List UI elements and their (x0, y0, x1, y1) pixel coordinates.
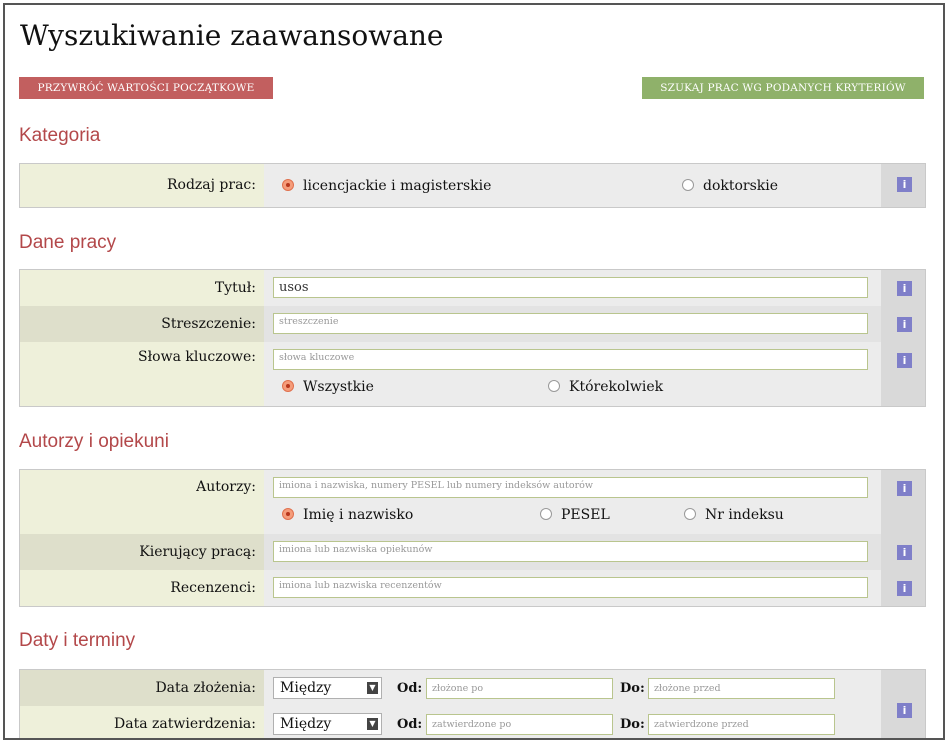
tytul-input[interactable]: usos (273, 277, 868, 298)
autorzy-label: Autorzy: (196, 479, 256, 495)
daty-box: Data złożenia: Między ▼ Od: złożone po D… (19, 669, 926, 738)
info-icon[interactable]: i (897, 317, 912, 332)
search-page: Wyszukiwanie zaawansowane PRZYWRÓĆ WARTO… (3, 3, 945, 740)
zatwierdzenia-do-input[interactable]: zatwierdzone przed (648, 714, 835, 735)
search-button[interactable]: SZUKAJ PRAC WG PODANYCH KRYTERIÓW (642, 77, 924, 99)
section-title-autorzy: Autorzy i opiekuni (19, 431, 169, 452)
zlozenia-do-input[interactable]: złożone przed (648, 678, 835, 699)
info-icon[interactable]: i (897, 581, 912, 596)
row-data-zatwierdzenia: Data zatwierdzenia: Między ▼ Od: zatwier… (20, 706, 925, 738)
row-recenzenci: Recenzenci: imiona lub nazwiska recenzen… (20, 570, 925, 606)
slowa-kluczowe-label: Słowa kluczowe: (138, 349, 256, 365)
row-tytul: Tytuł: usos i (20, 270, 925, 306)
do-label: Do: (620, 681, 645, 696)
section-title-kategoria: Kategoria (19, 125, 101, 146)
data-zatwierdzenia-label: Data zatwierdzenia: (114, 716, 256, 732)
data-zlozenia-label: Data złożenia: (155, 680, 256, 696)
radio-selected-icon (282, 179, 294, 191)
row-data-zlozenia: Data złożenia: Między ▼ Od: złożone po D… (20, 670, 925, 706)
info-icon[interactable]: i (897, 281, 912, 296)
dropdown-arrow-icon: ▼ (367, 718, 378, 730)
data-zatwierdzenia-select[interactable]: Między ▼ (273, 713, 382, 735)
section-title-dane-pracy: Dane pracy (19, 232, 117, 253)
recenzenci-label: Recenzenci: (170, 580, 256, 596)
rodzaj-prac-label: Rodzaj prac: (166, 177, 256, 193)
od-label: Od: (397, 681, 423, 696)
row-slowa-kluczowe: Słowa kluczowe: słowa kluczowe Wszystkie… (20, 342, 925, 406)
autorzy-input[interactable]: imiona i nazwiska, numery PESEL lub nume… (273, 477, 868, 498)
row-kierujacy: Kierujący pracą: imiona lub nazwiska opi… (20, 534, 925, 570)
section-title-daty: Daty i terminy (19, 630, 136, 651)
radio-unselected-icon (684, 508, 696, 520)
radio-doktorskie[interactable]: doktorskie (682, 178, 778, 194)
info-icon[interactable]: i (897, 481, 912, 496)
info-icon[interactable]: i (897, 353, 912, 368)
radio-imie-nazwisko[interactable]: Imię i nazwisko (282, 507, 413, 523)
radio-ktorekolwiek[interactable]: Którekolwiek (548, 379, 663, 395)
info-icon[interactable]: i (897, 545, 912, 560)
kierujacy-label: Kierujący pracą: (139, 544, 256, 560)
reset-button[interactable]: PRZYWRÓĆ WARTOŚCI POCZĄTKOWE (19, 77, 273, 99)
kategoria-box: Rodzaj prac: licencjackie i magisterskie… (19, 163, 926, 208)
kierujacy-input[interactable]: imiona lub nazwiska opiekunów (273, 541, 868, 562)
radio-licencjackie[interactable]: licencjackie i magisterskie (282, 178, 491, 194)
dane-pracy-box: Tytuł: usos i Streszczenie: streszczenie… (19, 269, 926, 407)
zlozenia-od-input[interactable]: złożone po (426, 678, 613, 699)
info-icon[interactable]: i (897, 703, 912, 718)
row-autorzy: Autorzy: imiona i nazwiska, numery PESEL… (20, 470, 925, 534)
data-zlozenia-select[interactable]: Między ▼ (273, 677, 382, 699)
od-label: Od: (397, 717, 423, 732)
streszczenie-label: Streszczenie: (161, 316, 256, 332)
radio-selected-icon (282, 508, 294, 520)
row-streszczenie: Streszczenie: streszczenie i (20, 306, 925, 342)
do-label: Do: (620, 717, 645, 732)
streszczenie-input[interactable]: streszczenie (273, 313, 868, 334)
slowa-kluczowe-input[interactable]: słowa kluczowe (273, 349, 868, 370)
page-title: Wyszukiwanie zaawansowane (20, 19, 444, 52)
radio-selected-icon (282, 380, 294, 392)
radio-unselected-icon (682, 179, 694, 191)
info-icon[interactable]: i (897, 177, 912, 192)
autorzy-box: Autorzy: imiona i nazwiska, numery PESEL… (19, 469, 926, 607)
row-rodzaj-prac: Rodzaj prac: licencjackie i magisterskie… (20, 164, 925, 207)
radio-unselected-icon (540, 508, 552, 520)
zatwierdzenia-od-input[interactable]: zatwierdzone po (426, 714, 613, 735)
radio-pesel[interactable]: PESEL (540, 507, 610, 523)
radio-nr-indeksu[interactable]: Nr indeksu (684, 507, 784, 523)
tytul-label: Tytuł: (214, 280, 256, 296)
radio-wszystkie[interactable]: Wszystkie (282, 379, 374, 395)
radio-unselected-icon (548, 380, 560, 392)
recenzenci-input[interactable]: imiona lub nazwiska recenzentów (273, 577, 868, 598)
dropdown-arrow-icon: ▼ (367, 682, 378, 694)
